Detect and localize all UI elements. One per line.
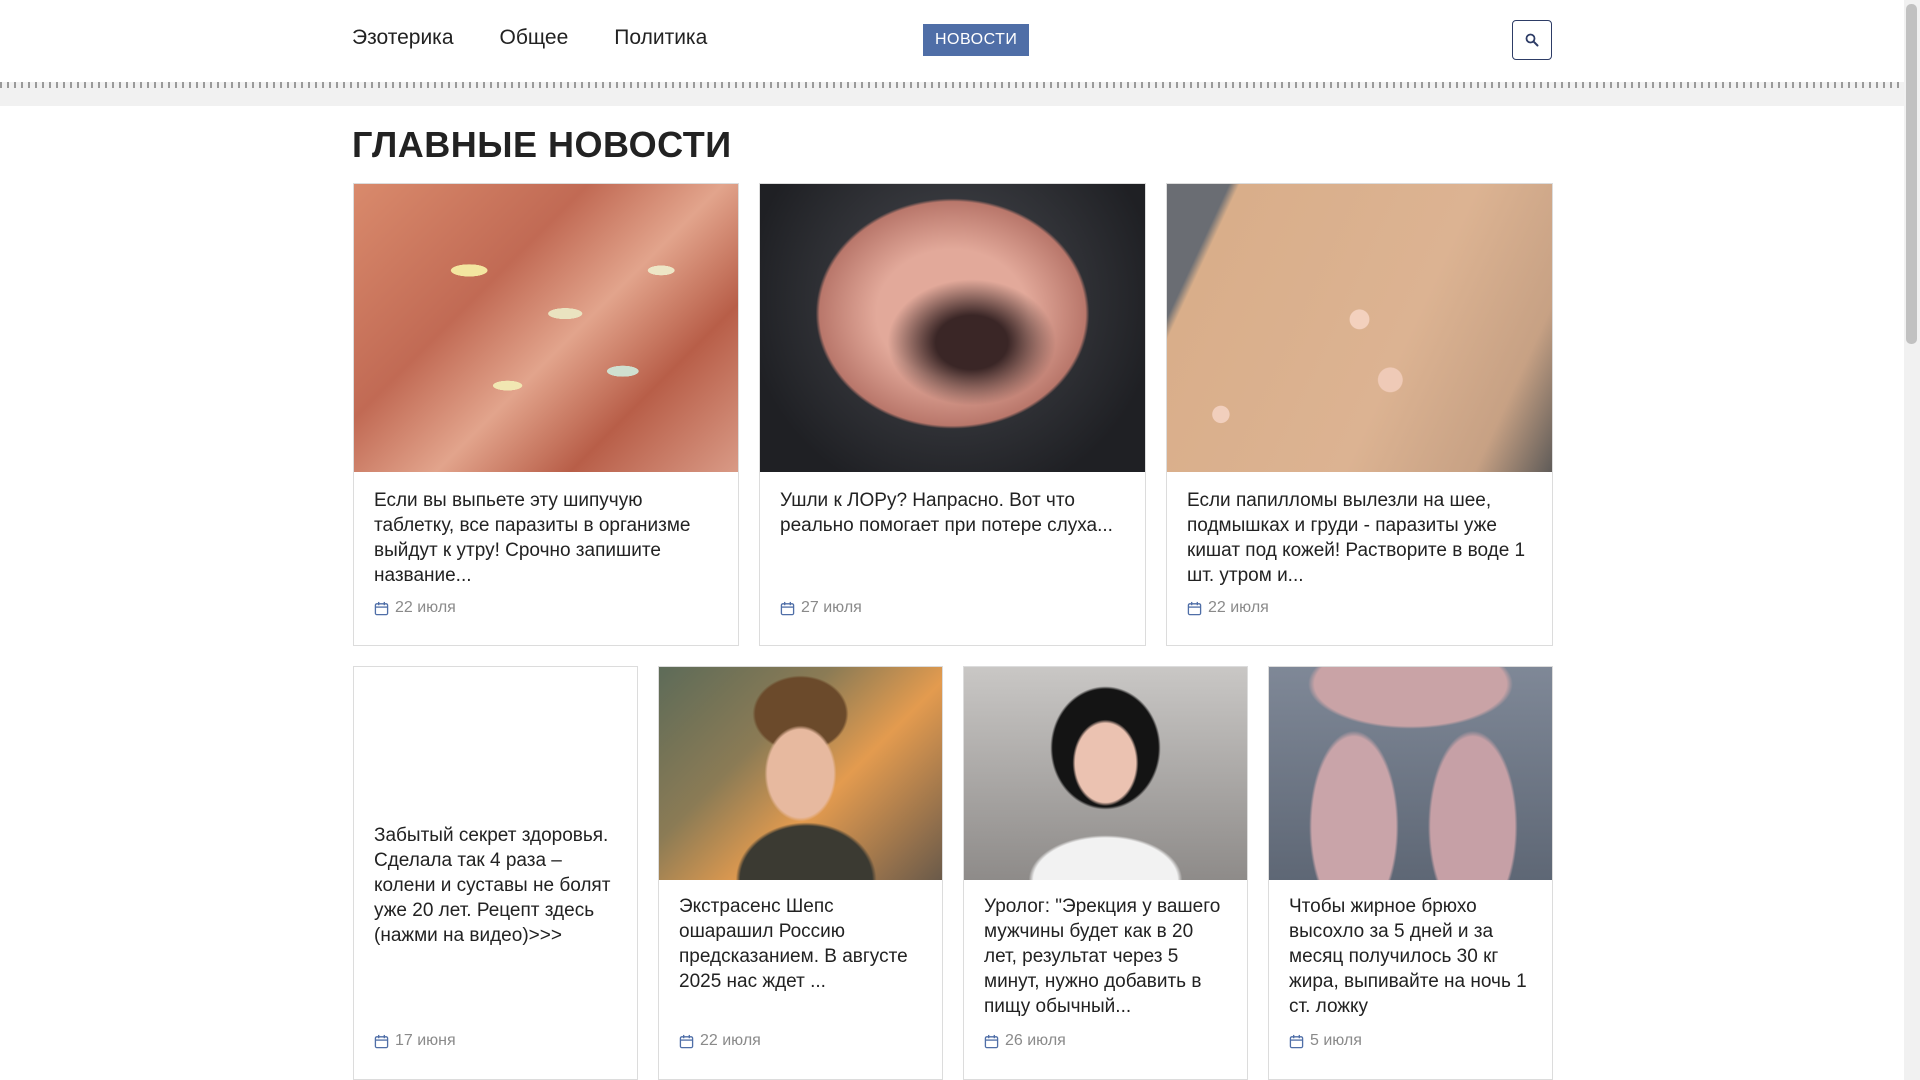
calendar-icon xyxy=(780,601,795,615)
news-card-image[interactable] xyxy=(1167,184,1552,472)
calendar-icon xyxy=(374,1034,389,1048)
news-card[interactable]: Чтобы жирное брюхо высохло за 5 дней и з… xyxy=(1268,666,1553,1080)
nav-item-esoterics[interactable]: Эзотерика xyxy=(352,26,454,50)
header-dotted-border xyxy=(0,82,1904,88)
calendar-icon xyxy=(1187,601,1202,615)
news-card-date: 27 июля xyxy=(780,599,862,617)
nav-item-general[interactable]: Общее xyxy=(500,26,569,50)
news-card-title[interactable]: Если папилломы вылезли на шее, подмышках… xyxy=(1187,488,1534,588)
nav-item-politics[interactable]: Политика xyxy=(614,26,707,50)
news-card-title[interactable]: Чтобы жирное брюхо высохло за 5 дней и з… xyxy=(1289,894,1534,1019)
search-button[interactable] xyxy=(1512,20,1552,60)
calendar-icon xyxy=(374,601,389,615)
news-card-date: 22 июля xyxy=(1187,599,1269,617)
news-button[interactable]: НОВОСТИ xyxy=(923,24,1030,56)
main-nav: Эзотерика Общее Политика xyxy=(352,26,707,50)
scrollbar-thumb[interactable] xyxy=(1906,4,1917,344)
news-card-title[interactable]: Если вы выпьете эту шипучую таблетку, вс… xyxy=(374,488,720,588)
news-card-title[interactable]: Уролог: "Эрекция у вашего мужчины будет … xyxy=(984,894,1229,1019)
news-card[interactable]: Забытый секрет здоровья. Сделала так 4 р… xyxy=(353,666,638,1080)
news-card-date: 5 июля xyxy=(1289,1032,1362,1050)
news-card-image[interactable] xyxy=(760,184,1145,472)
news-card[interactable]: Если папилломы вылезли на шее, подмышках… xyxy=(1166,183,1553,646)
news-card-image[interactable] xyxy=(964,667,1247,880)
news-card-image[interactable] xyxy=(1269,667,1552,880)
news-card-image[interactable] xyxy=(354,184,738,472)
news-card-title[interactable]: Экстрасенс Шепс ошарашил Россию предсказ… xyxy=(679,894,924,994)
news-card[interactable]: Экстрасенс Шепс ошарашил Россию предсказ… xyxy=(658,666,943,1080)
news-card-date: 22 июля xyxy=(679,1032,761,1050)
news-card-title[interactable]: Ушли к ЛОРу? Напрасно. Вот что реально п… xyxy=(780,488,1127,538)
calendar-icon xyxy=(984,1034,999,1048)
search-icon xyxy=(1525,33,1539,47)
calendar-icon xyxy=(679,1034,694,1048)
news-card[interactable]: Если вы выпьете эту шипучую таблетку, вс… xyxy=(353,183,739,646)
news-card-date: 22 июля xyxy=(374,599,456,617)
news-card-date: 26 июля xyxy=(984,1032,1066,1050)
news-card[interactable]: Уролог: "Эрекция у вашего мужчины будет … xyxy=(963,666,1248,1080)
page-title: ГЛАВНЫЕ НОВОСТИ xyxy=(352,124,732,165)
news-card-image[interactable] xyxy=(659,667,942,880)
news-card-date: 17 июня xyxy=(374,1032,456,1050)
news-card[interactable]: Ушли к ЛОРу? Напрасно. Вот что реально п… xyxy=(759,183,1146,646)
calendar-icon xyxy=(1289,1034,1304,1048)
news-card-title[interactable]: Забытый секрет здоровья. Сделала так 4 р… xyxy=(374,823,619,948)
news-card-image[interactable] xyxy=(354,667,637,819)
